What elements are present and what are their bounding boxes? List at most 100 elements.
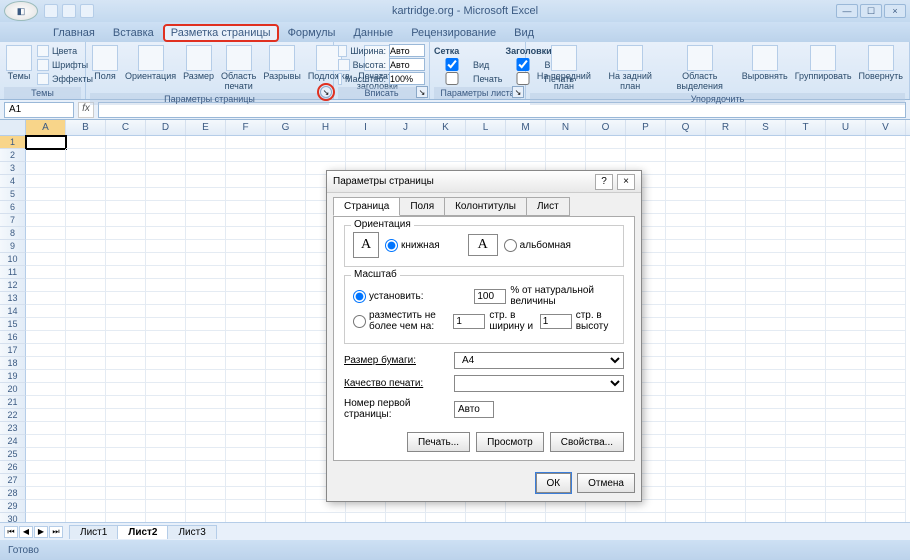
cell[interactable]	[706, 513, 746, 522]
cell[interactable]	[826, 396, 866, 409]
cell[interactable]	[106, 474, 146, 487]
cell[interactable]	[786, 357, 826, 370]
cell[interactable]	[826, 305, 866, 318]
cell[interactable]	[386, 136, 426, 149]
cell[interactable]	[146, 227, 186, 240]
column-header[interactable]: J	[386, 120, 426, 135]
cell[interactable]	[826, 279, 866, 292]
cell[interactable]	[146, 370, 186, 383]
cell[interactable]	[266, 279, 306, 292]
cell[interactable]	[306, 513, 346, 522]
cell[interactable]	[506, 513, 546, 522]
cell[interactable]	[746, 435, 786, 448]
cell[interactable]	[426, 149, 466, 162]
row-header[interactable]: 23	[0, 422, 26, 435]
cell[interactable]	[786, 370, 826, 383]
cell[interactable]	[26, 344, 66, 357]
cell[interactable]	[706, 331, 746, 344]
cell[interactable]	[66, 318, 106, 331]
cell[interactable]	[666, 188, 706, 201]
row-header[interactable]: 29	[0, 500, 26, 513]
cell[interactable]	[746, 500, 786, 513]
select-all-corner[interactable]	[0, 120, 26, 135]
sheet-options-dialog-launcher[interactable]: ↘	[512, 86, 524, 98]
colors-label[interactable]: Цвета	[52, 46, 77, 56]
row-header[interactable]: 11	[0, 266, 26, 279]
column-header[interactable]: K	[426, 120, 466, 135]
cell[interactable]	[66, 383, 106, 396]
cell[interactable]	[666, 357, 706, 370]
cell[interactable]	[66, 201, 106, 214]
row-header[interactable]: 12	[0, 279, 26, 292]
row-header[interactable]: 19	[0, 370, 26, 383]
cell[interactable]	[106, 240, 146, 253]
cell[interactable]	[66, 331, 106, 344]
cell[interactable]	[146, 214, 186, 227]
cell[interactable]	[226, 461, 266, 474]
cell[interactable]	[266, 422, 306, 435]
cell[interactable]	[746, 253, 786, 266]
cell[interactable]	[706, 188, 746, 201]
cell[interactable]	[226, 162, 266, 175]
cell[interactable]	[226, 474, 266, 487]
cell[interactable]	[666, 487, 706, 500]
cell[interactable]	[146, 396, 186, 409]
cell[interactable]	[666, 240, 706, 253]
cell[interactable]	[826, 500, 866, 513]
cell[interactable]	[826, 240, 866, 253]
cell[interactable]	[746, 305, 786, 318]
row-header[interactable]: 24	[0, 435, 26, 448]
cell[interactable]	[26, 370, 66, 383]
cell[interactable]	[106, 175, 146, 188]
cell[interactable]	[146, 461, 186, 474]
fit-radio[interactable]	[353, 315, 366, 328]
dialog-tab-sheet[interactable]: Лист	[526, 197, 570, 216]
cell[interactable]	[186, 513, 226, 522]
cell[interactable]	[706, 500, 746, 513]
dialog-tab-header-footer[interactable]: Колонтитулы	[444, 197, 527, 216]
cell[interactable]	[226, 357, 266, 370]
cell[interactable]	[146, 240, 186, 253]
cell[interactable]	[186, 370, 226, 383]
portrait-radio-label[interactable]: книжная	[385, 239, 440, 252]
cell[interactable]	[506, 136, 546, 149]
cell[interactable]	[546, 136, 586, 149]
cell[interactable]	[266, 435, 306, 448]
cell[interactable]	[866, 461, 906, 474]
row-header[interactable]: 5	[0, 188, 26, 201]
cell[interactable]	[786, 253, 826, 266]
column-header[interactable]: I	[346, 120, 386, 135]
cell[interactable]	[426, 136, 466, 149]
cell[interactable]	[666, 513, 706, 522]
cell[interactable]	[106, 461, 146, 474]
row-header[interactable]: 27	[0, 474, 26, 487]
cell[interactable]	[706, 409, 746, 422]
column-header[interactable]: B	[66, 120, 106, 135]
cell[interactable]	[26, 409, 66, 422]
cell[interactable]	[186, 136, 226, 149]
cell[interactable]	[826, 370, 866, 383]
cell[interactable]	[666, 500, 706, 513]
cell[interactable]	[226, 279, 266, 292]
cell[interactable]	[186, 357, 226, 370]
cell[interactable]	[746, 201, 786, 214]
tab-page-layout[interactable]: Разметка страницы	[163, 24, 279, 42]
cell[interactable]	[146, 344, 186, 357]
cell[interactable]	[866, 162, 906, 175]
cell[interactable]	[266, 266, 306, 279]
cell[interactable]	[706, 201, 746, 214]
cell[interactable]	[866, 149, 906, 162]
preview-button[interactable]: Просмотр	[476, 432, 544, 452]
cell[interactable]	[826, 227, 866, 240]
cell[interactable]	[706, 175, 746, 188]
cell[interactable]	[26, 188, 66, 201]
cell[interactable]	[786, 513, 826, 522]
cell[interactable]	[746, 487, 786, 500]
cell[interactable]	[866, 500, 906, 513]
cell[interactable]	[106, 279, 146, 292]
cell[interactable]	[66, 344, 106, 357]
row-header[interactable]: 30	[0, 513, 26, 522]
cell[interactable]	[146, 422, 186, 435]
column-header[interactable]: N	[546, 120, 586, 135]
cell[interactable]	[146, 487, 186, 500]
